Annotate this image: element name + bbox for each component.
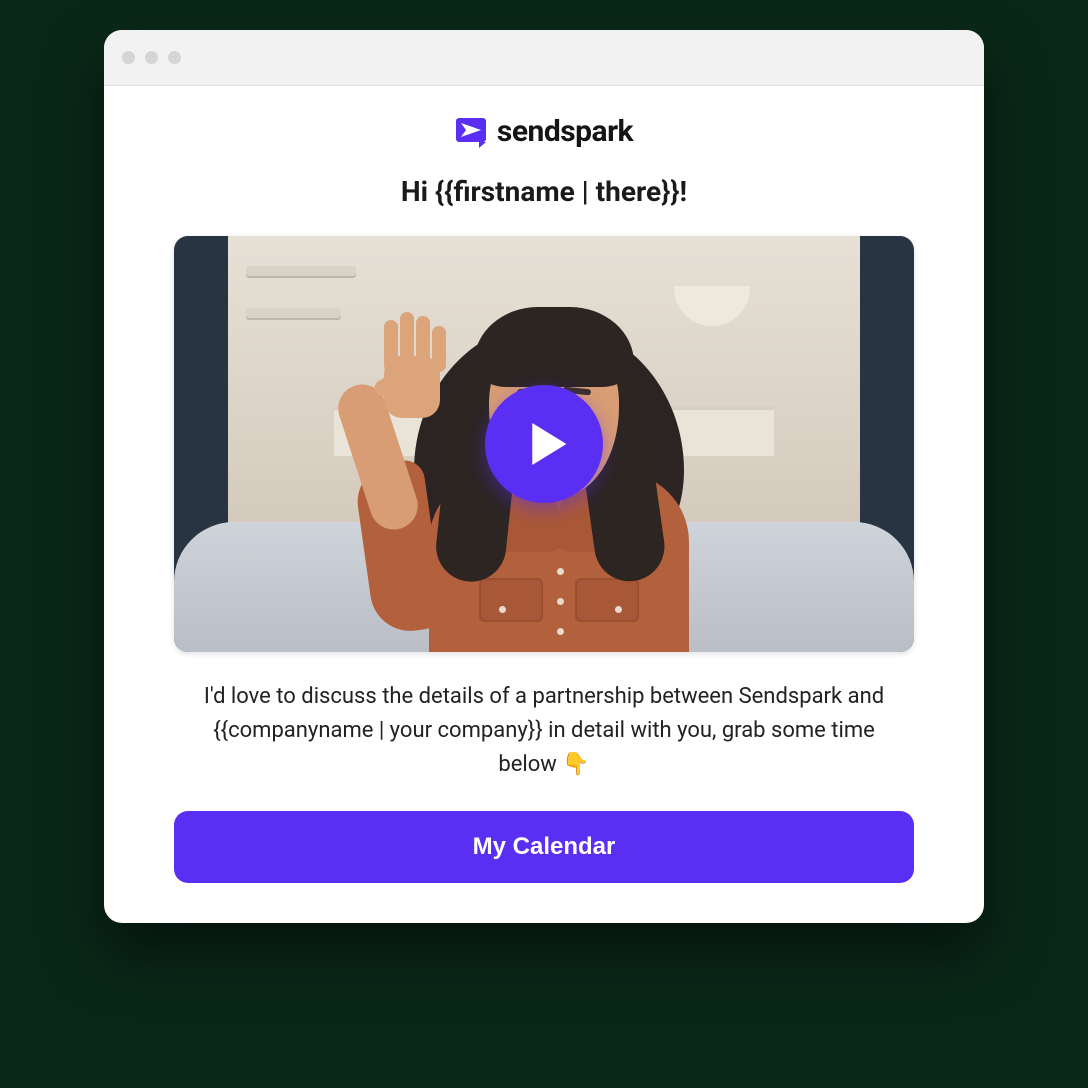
brand-name: sendspark — [497, 114, 633, 149]
window-titlebar — [104, 30, 984, 86]
window-close-dot[interactable] — [122, 51, 135, 64]
brand-logo: sendspark — [174, 114, 914, 149]
browser-window: sendspark Hi {{firstname | there}}! — [104, 30, 984, 923]
play-icon[interactable] — [485, 385, 603, 503]
sendspark-logo-icon — [455, 116, 487, 148]
video-thumbnail[interactable] — [174, 236, 914, 652]
my-calendar-button[interactable]: My Calendar — [174, 811, 914, 883]
message-body: I'd love to discuss the details of a par… — [184, 680, 904, 782]
email-content: sendspark Hi {{firstname | there}}! — [104, 86, 984, 923]
greeting-heading: Hi {{firstname | there}}! — [174, 175, 914, 208]
window-minimize-dot[interactable] — [145, 51, 158, 64]
window-zoom-dot[interactable] — [168, 51, 181, 64]
